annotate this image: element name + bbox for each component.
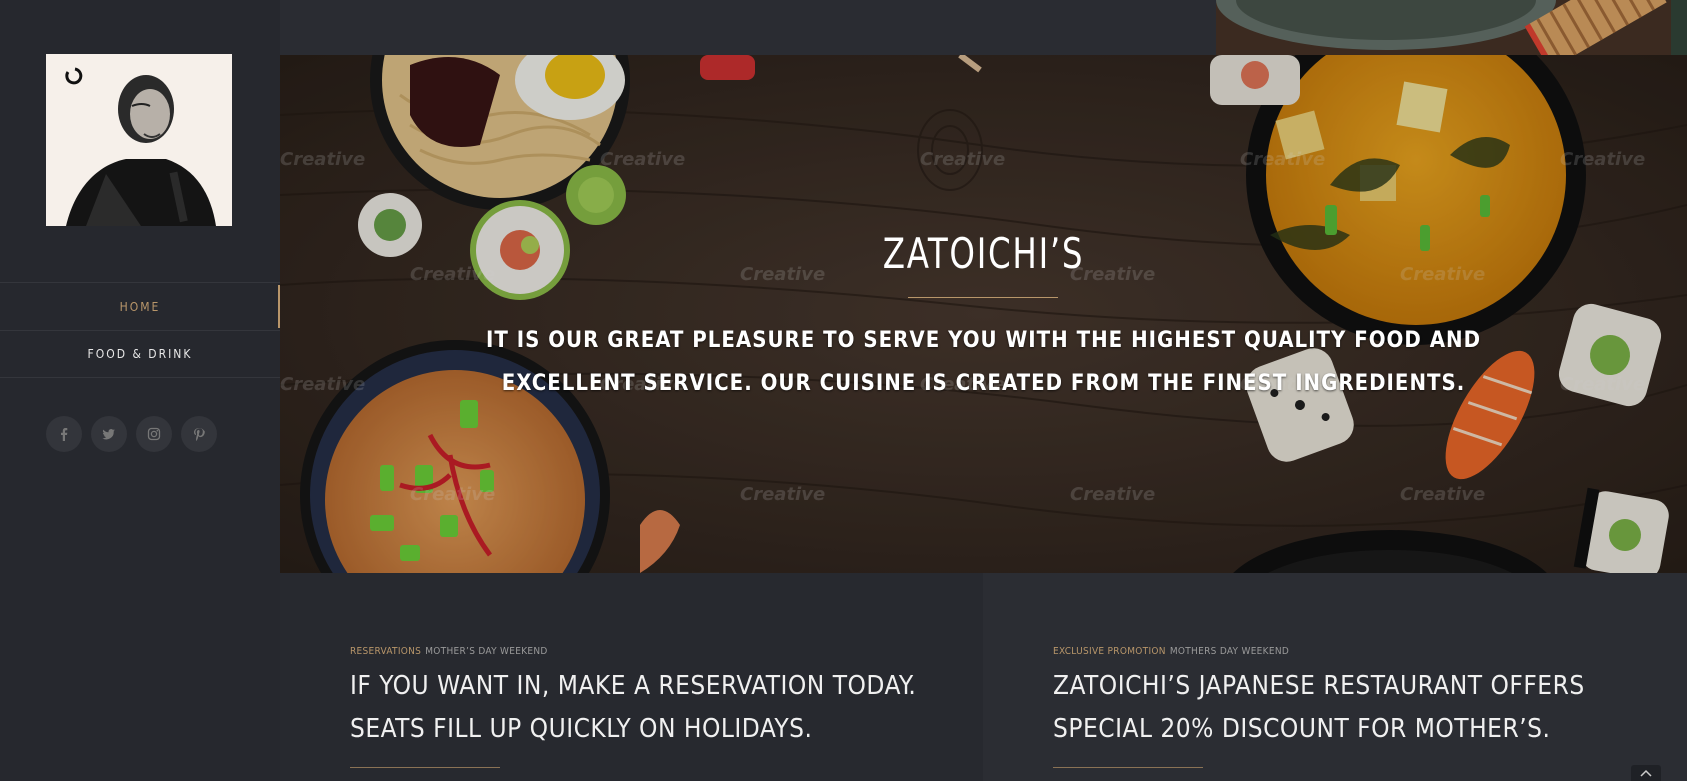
post-card-promotion[interactable]: EXCLUSIVE PROMOTION MOTHERS DAY WEEKEND Z…	[983, 573, 1687, 781]
hero-food-image: Creative Creative Creative Creative Creative…	[280, 55, 1687, 573]
top-header-strip	[280, 0, 1216, 55]
nav-item-home[interactable]: HOME	[0, 282, 280, 330]
logo-image[interactable]	[46, 54, 232, 226]
nav-item-food-drink[interactable]: FOOD & DRINK	[0, 330, 280, 378]
post-category[interactable]: EXCLUSIVE PROMOTION	[1053, 646, 1166, 657]
post-divider	[350, 767, 500, 768]
post-tag[interactable]: MOTHERS DAY WEEKEND	[1170, 646, 1289, 657]
facebook-icon[interactable]	[46, 416, 82, 452]
pinterest-icon[interactable]	[181, 416, 217, 452]
twitter-icon[interactable]	[91, 416, 127, 452]
post-category[interactable]: RESERVATIONS	[350, 646, 421, 657]
post-tag[interactable]: MOTHER’S DAY WEEKEND	[425, 646, 547, 657]
post-title[interactable]: ZATOICHI’S JAPANESE RESTAURANT OFFERS SP…	[1053, 665, 1653, 751]
post-title[interactable]: IF YOU WANT IN, MAKE A RESERVATION TODAY…	[350, 665, 950, 751]
top-food-photo	[1216, 0, 1687, 55]
scroll-to-top-button[interactable]	[1631, 765, 1661, 781]
post-meta: RESERVATIONS MOTHER’S DAY WEEKEND	[350, 646, 548, 657]
post-divider	[1053, 767, 1203, 768]
hero-banner: Creative Creative Creative Creative Creative…	[280, 55, 1687, 573]
main-nav: HOME FOOD & DRINK	[0, 282, 280, 378]
chevron-up-icon	[1640, 769, 1652, 777]
social-links	[46, 416, 217, 452]
instagram-icon[interactable]	[136, 416, 172, 452]
sidebar: HOME FOOD & DRINK	[0, 0, 280, 781]
post-meta: EXCLUSIVE PROMOTION MOTHERS DAY WEEKEND	[1053, 646, 1289, 657]
post-card-reservations[interactable]: RESERVATIONS MOTHER’S DAY WEEKEND IF YOU …	[280, 573, 983, 781]
